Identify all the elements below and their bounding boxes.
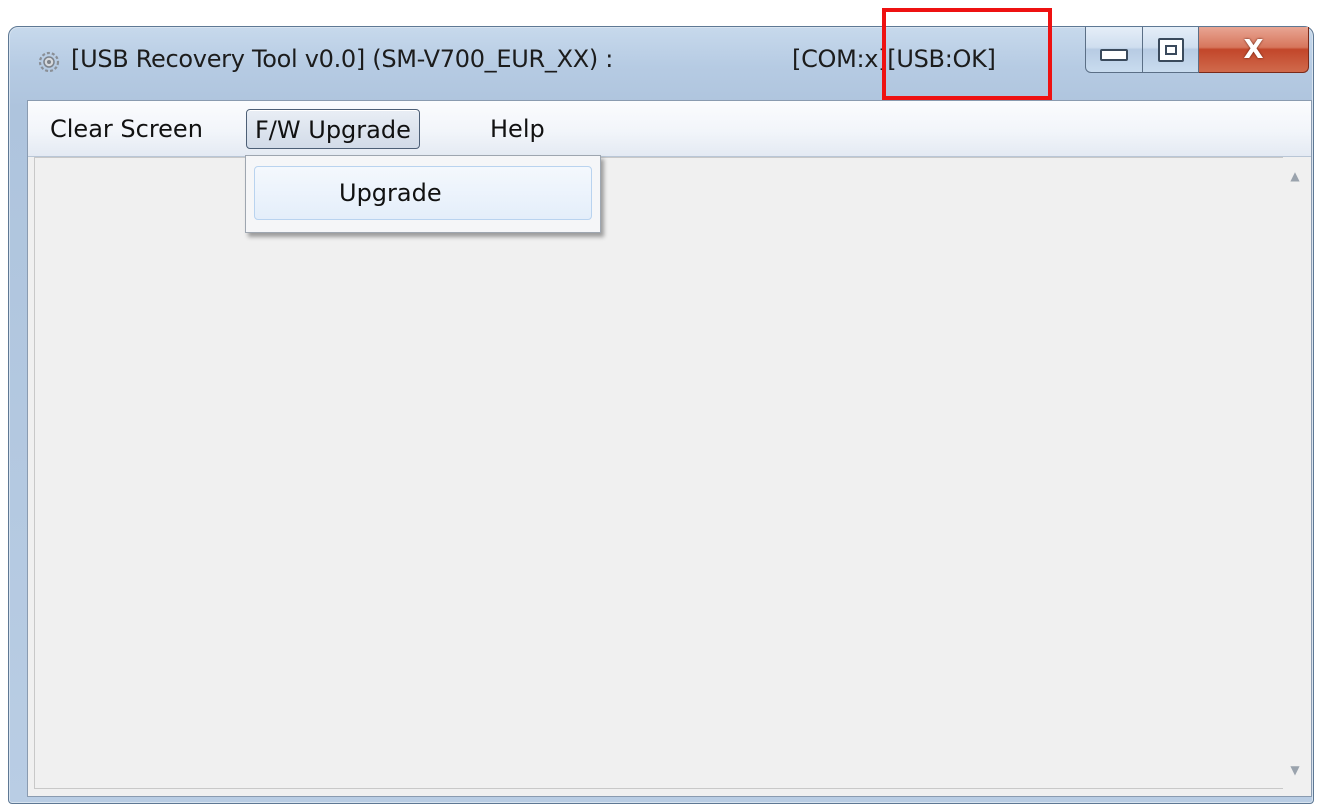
title-bar[interactable]: [USB Recovery Tool v0.0] (SM-V700_EUR_XX…	[9, 27, 1313, 101]
vertical-scrollbar[interactable]: ▲ ▼	[1283, 157, 1307, 789]
menu-item-upgrade[interactable]: Upgrade	[254, 166, 592, 220]
close-icon: X	[1243, 34, 1264, 65]
window-title: [USB Recovery Tool v0.0] (SM-V700_EUR_XX…	[71, 45, 614, 73]
fw-upgrade-dropdown-menu: Upgrade	[245, 155, 601, 233]
menu-help[interactable]: Help	[482, 109, 553, 149]
menu-fw-upgrade[interactable]: F/W Upgrade	[246, 109, 420, 149]
minimize-button[interactable]	[1085, 27, 1143, 73]
gear-icon	[38, 51, 60, 73]
scroll-up-arrow-icon[interactable]: ▲	[1283, 161, 1307, 191]
menu-clear-screen[interactable]: Clear Screen	[42, 109, 211, 149]
client-area: Clear Screen F/W Upgrade Help ▲ ▼	[27, 100, 1312, 797]
scroll-down-arrow-icon[interactable]: ▼	[1283, 755, 1307, 785]
caption-buttons: X	[1085, 27, 1309, 73]
log-output-area[interactable]	[34, 157, 1290, 789]
close-button[interactable]: X	[1199, 27, 1309, 73]
menu-bar: Clear Screen F/W Upgrade Help	[28, 101, 1311, 157]
maximize-icon	[1157, 37, 1184, 62]
minimize-icon	[1100, 48, 1128, 61]
maximize-button[interactable]	[1143, 27, 1199, 73]
status-highlight-box	[882, 8, 1052, 100]
